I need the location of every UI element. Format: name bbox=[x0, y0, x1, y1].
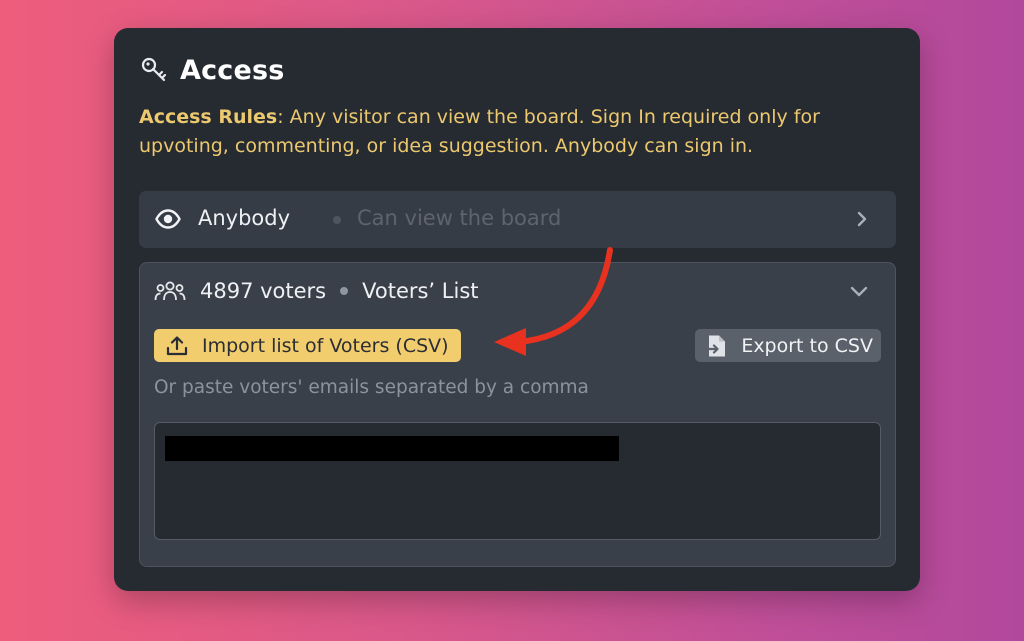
access-rules-label: Access Rules bbox=[139, 106, 278, 128]
import-button-label: Import list of Voters (CSV) bbox=[202, 334, 449, 357]
voters-emails-textarea[interactable] bbox=[154, 422, 881, 540]
page-title: Access bbox=[180, 54, 285, 86]
key-icon bbox=[141, 57, 167, 82]
anybody-label: Anybody bbox=[198, 206, 291, 230]
export-button-label: Export to CSV bbox=[741, 334, 873, 357]
access-rules-text: Access Rules: Any visitor can view the b… bbox=[139, 103, 899, 161]
upload-icon bbox=[166, 335, 188, 355]
export-csv-button[interactable]: Export to CSV bbox=[695, 329, 881, 362]
annotation-arrow bbox=[494, 247, 613, 356]
anybody-description: Can view the board bbox=[357, 206, 562, 230]
people-icon bbox=[154, 281, 186, 301]
import-voters-csv-button[interactable]: Import list of Voters (CSV) bbox=[154, 329, 461, 362]
chevron-right-icon[interactable] bbox=[854, 210, 870, 228]
paste-emails-hint: Or paste voters' emails separated by a c… bbox=[154, 377, 589, 398]
anybody-access-row[interactable]: Anybody Can view the board bbox=[139, 191, 896, 248]
voters-header[interactable]: 4897 voters Voters’ List bbox=[154, 276, 479, 306]
eye-icon bbox=[155, 209, 181, 229]
chevron-down-icon[interactable] bbox=[849, 284, 869, 298]
redacted-text-bar bbox=[165, 436, 619, 461]
voters-count: 4897 voters bbox=[200, 279, 327, 303]
file-export-icon bbox=[705, 335, 726, 356]
separator-dot bbox=[333, 216, 341, 224]
voters-list-label: Voters’ List bbox=[362, 279, 479, 303]
separator-dot bbox=[340, 287, 349, 295]
panel-header: Access bbox=[140, 52, 285, 88]
